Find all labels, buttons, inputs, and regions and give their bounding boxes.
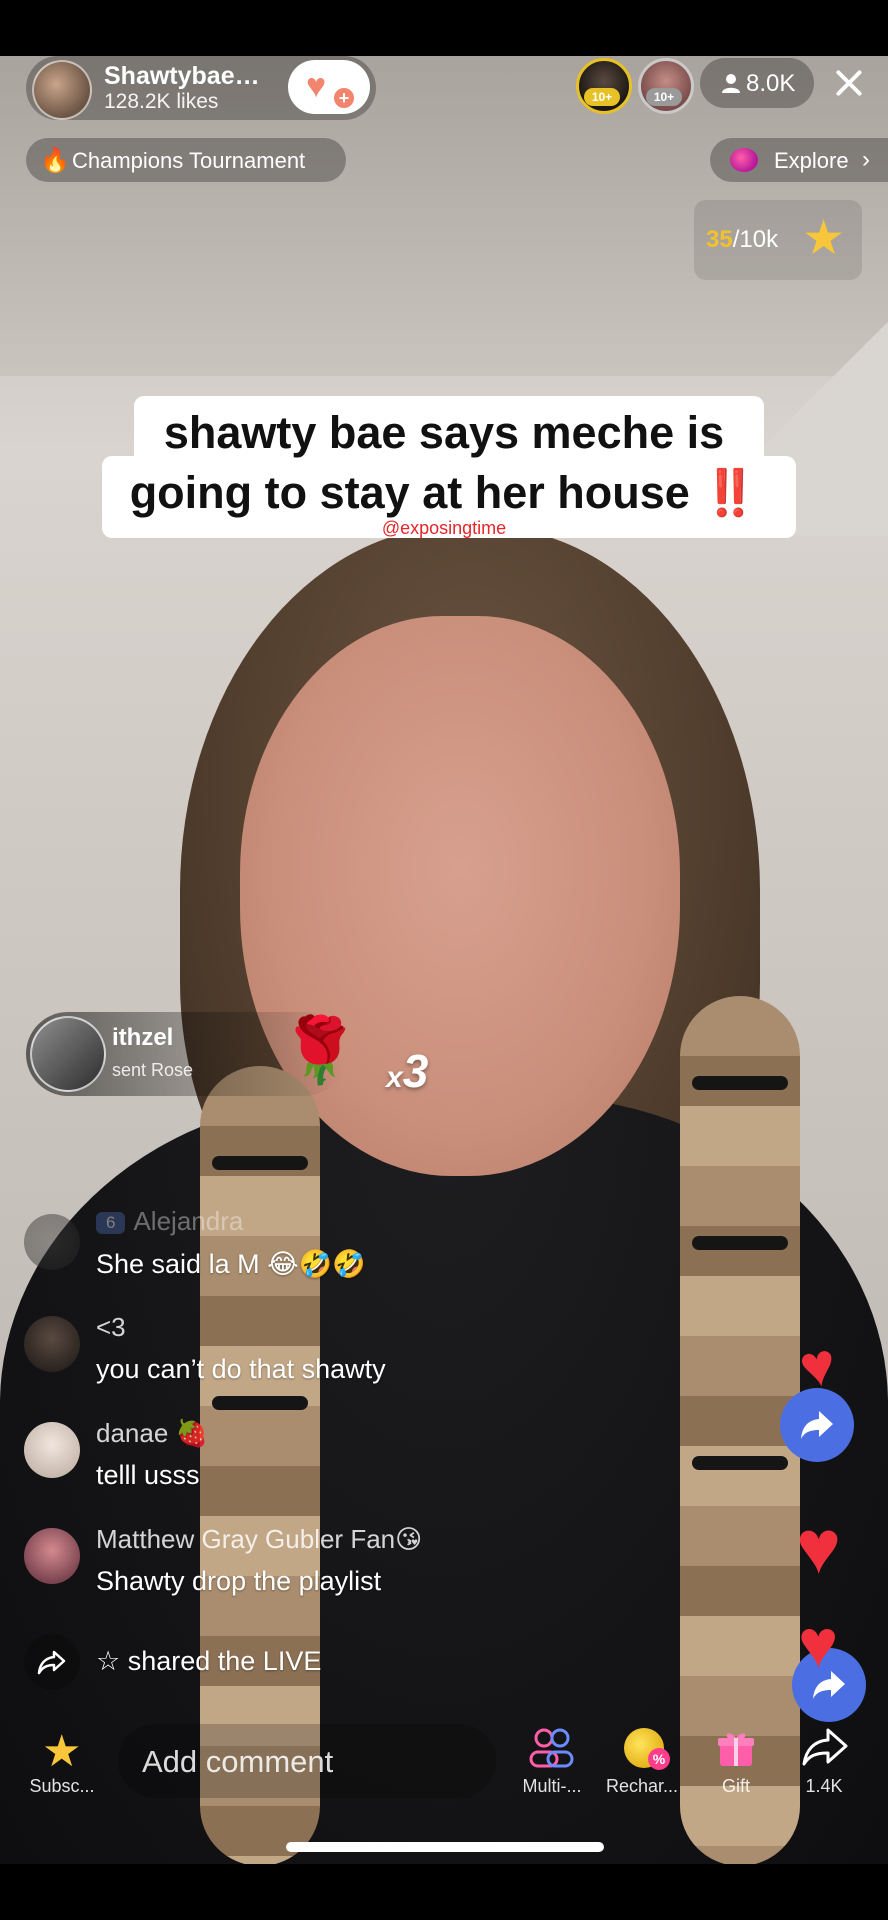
chat-username: danae 🍓 [96,1418,208,1448]
gift-icon[interactable] [716,1728,756,1768]
gift-sender-name: ithzel [112,1024,174,1051]
chat-text: She said la M 😂🤣🤣 [96,1249,366,1279]
discount-badge: % [648,1748,670,1770]
avatar[interactable] [24,1316,80,1372]
recharge-label[interactable]: Rechar... [604,1776,680,1797]
video-hairtie [212,1156,308,1170]
share-count: 1.4K [805,1776,843,1796]
avatar[interactable] [24,1528,80,1584]
level-badge: 6 [96,1212,126,1235]
viewer-count: 8.0K [746,70,796,97]
follow-button[interactable]: ♥ + [288,60,370,114]
chat-username: Matthew Gray Gubler Fan😘 [96,1524,423,1554]
video-hairtie [692,1076,788,1090]
watermark: @exposingtime [381,518,507,538]
chevron-right-icon: › [862,146,870,173]
rose-icon: 🌹 [280,1014,360,1086]
subscribe-label[interactable]: Subsc... [24,1776,100,1797]
avatar[interactable] [30,1016,106,1092]
host-info[interactable]: Shawtybae… 128.2K likes ♥ + [26,56,376,120]
double-exclamation-icon: ‼️ [702,467,759,518]
top-viewer-badge: 10+ [646,88,682,106]
share-button[interactable] [780,1388,854,1462]
tournament-banner[interactable]: 🔥 Champions Tournament [26,138,346,182]
gift-action: sent Rose [112,1060,194,1080]
gift-count-value: 3 [402,1045,429,1097]
chat-text: telll usss [96,1460,200,1490]
multi-guest-label[interactable]: Multi-... [514,1776,590,1797]
host-avatar[interactable] [32,60,92,120]
gift-count-prefix: x [386,1061,403,1094]
plus-icon: + [332,86,356,110]
gift-label[interactable]: Gift [698,1776,774,1797]
host-name[interactable]: Shawtybae… [104,62,260,91]
chat-text: Shawty drop the playlist [96,1566,382,1596]
person-icon [722,74,740,93]
subscribe-star-icon[interactable]: ★ [42,1730,81,1774]
chat-username: 6 Alejandra [96,1206,243,1237]
multi-guest-icon[interactable] [528,1726,574,1770]
explore-label: Explore [774,148,849,173]
status-bar [0,0,888,56]
avatar[interactable] [24,1214,80,1270]
chat-username: <3 [96,1312,126,1342]
fire-icon: 🔥 [40,147,70,174]
heart-icon: ♥ [306,67,327,105]
top-viewer-badge: 10+ [584,88,620,106]
close-icon[interactable] [824,58,874,108]
video-hairtie [692,1456,788,1470]
host-likes: 128.2K likes [104,90,219,113]
chat-username-text: Alejandra [133,1206,244,1236]
gift-count: x3 [386,1044,428,1098]
share-event-icon-bg [24,1634,80,1690]
caption-line-2: going to stay at her house ‼️ [0,466,888,519]
home-indicator[interactable] [286,1842,604,1852]
video-hairtie [692,1236,788,1250]
heart-icon: ♥ [798,1606,839,1682]
goal-progress: 35/10k [706,226,778,254]
share-event-text: ☆ shared the LIVE [96,1646,322,1676]
viewer-count-button[interactable]: 8.0K [700,58,814,108]
goal-current: 35 [706,226,733,253]
video-hairtie [212,1396,308,1410]
share-icon[interactable] [800,1724,850,1770]
tournament-label: Champions Tournament [72,148,306,173]
bottom-inset [0,1864,888,1920]
caption-line-1: shawty bae says meche is [163,407,725,458]
caption-line-2-text: going to stay at her house [129,467,690,518]
comment-placeholder: Add comment [142,1744,334,1779]
share-icon [37,1650,66,1675]
planet-icon [730,148,758,172]
comment-input[interactable]: Add comment [118,1724,496,1798]
goal-target: /10k [732,226,779,253]
share-icon [801,1411,833,1439]
explore-button[interactable]: Explore › [710,138,888,182]
avatar[interactable] [24,1422,80,1478]
star-goal-widget[interactable]: 35/10k ★ [694,200,862,280]
chat-text: you can’t do that shawty [96,1354,386,1384]
heart-icon: ♥ [796,1505,842,1590]
star-icon: ★ [802,212,846,265]
